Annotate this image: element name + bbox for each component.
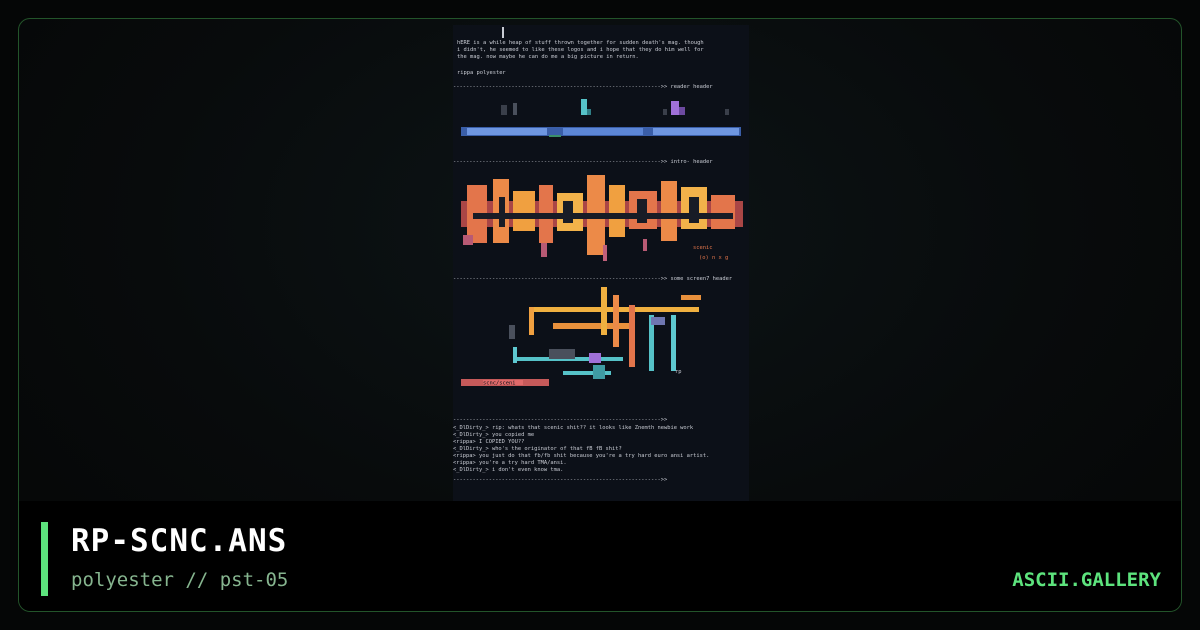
- ansi-preview[interactable]: hERE is a while heap of stuff thrown tog…: [453, 25, 749, 501]
- intro-line: the mag. now maybe he can do me a big pi…: [457, 54, 639, 60]
- section-header-intro: ----------------------------------------…: [453, 159, 713, 165]
- closing-rule: ----------------------------------------…: [453, 477, 668, 483]
- site-brand[interactable]: ASCII.GALLERY: [1012, 569, 1161, 591]
- artwork-byline: polyester // pst-05: [71, 569, 289, 591]
- intro-line: i didn't, he seemed to like these logos …: [457, 47, 704, 53]
- pink-label: scnc/sceni: [483, 381, 515, 387]
- chat-line: <_DlDirty_> you copied me: [453, 432, 534, 438]
- info-footer: RP-SCNC.ANS polyester // pst-05 ASCII.GA…: [19, 501, 1181, 611]
- intro-line: hERE is a while heap of stuff thrown tog…: [457, 40, 704, 46]
- ansi-preview-canvas: hERE is a while heap of stuff thrown tog…: [453, 27, 743, 483]
- signature-line: rippa polyester: [457, 70, 506, 76]
- text-cursor: [502, 27, 504, 38]
- logo-caption: scenic: [693, 245, 712, 251]
- section-header-chat: ----------------------------------------…: [453, 417, 668, 423]
- artwork-title: RP-SCNC.ANS: [71, 523, 288, 559]
- chat-line: <rippa> you're a try hard TMA/ansi.: [453, 460, 567, 466]
- chat-line: <_DlDirty_> who's the originator of that…: [453, 446, 622, 452]
- logo-caption: (o) n x g: [699, 255, 728, 261]
- chat-line: <rippa> I COPIED YOU??: [453, 439, 524, 445]
- accent-bar: [41, 522, 48, 596]
- reader-header-art: [461, 99, 741, 137]
- chat-line: <_DlDirty_> i don't even know tma.: [453, 467, 563, 473]
- section-header-reader: ----------------------------------------…: [453, 84, 713, 90]
- rp-tag: rp: [675, 369, 682, 375]
- chat-line: <rippa> you just do that fb/fb shit beca…: [453, 453, 709, 459]
- chat-line: <_DlDirty_> rip: whats that scenic shit?…: [453, 425, 694, 431]
- rp-logo-art: [509, 287, 701, 379]
- share-card: hERE is a while heap of stuff thrown tog…: [18, 18, 1182, 612]
- section-header-screen: ----------------------------------------…: [453, 276, 733, 282]
